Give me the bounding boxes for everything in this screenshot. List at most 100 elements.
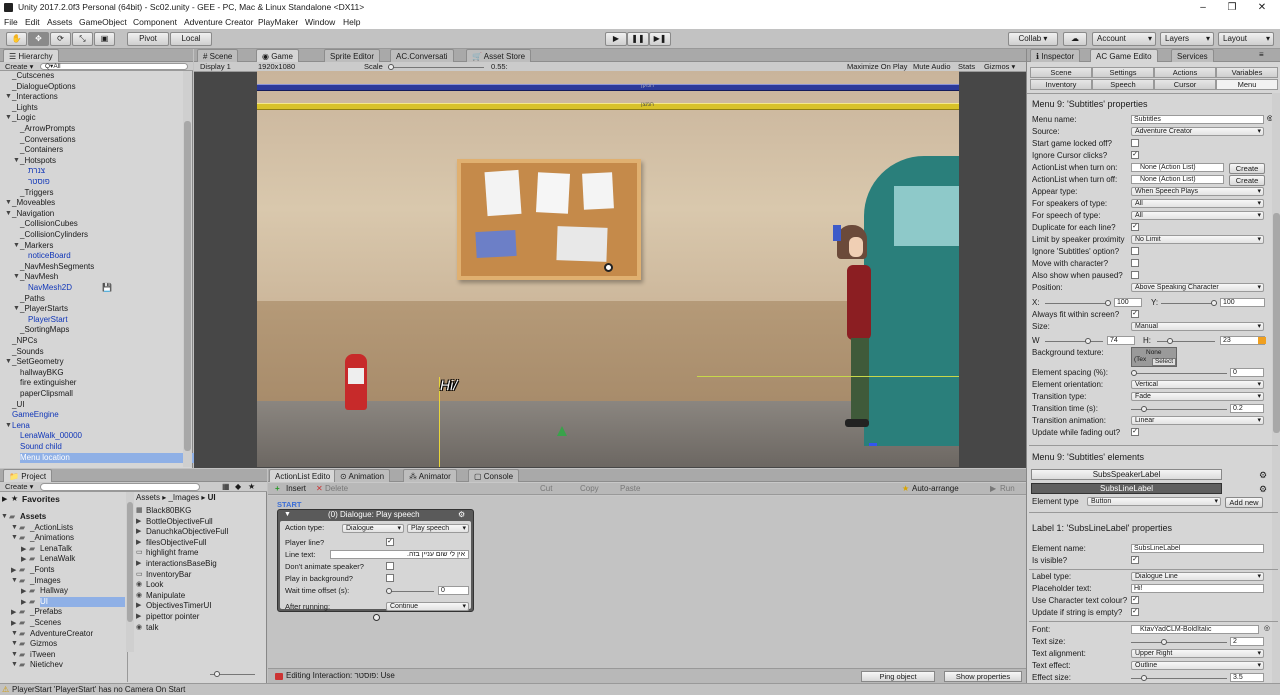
- hierarchy-item[interactable]: paperClipsmall: [20, 389, 73, 400]
- tab-game[interactable]: ◉ Game: [256, 49, 299, 62]
- y-field[interactable]: 100: [1220, 298, 1265, 307]
- project-file[interactable]: BottleObjectiveFull: [146, 517, 213, 528]
- property-dropdown[interactable]: Vertical: [1131, 380, 1264, 389]
- expand-arrow-icon[interactable]: ▶: [21, 598, 26, 606]
- property-slider[interactable]: [1131, 675, 1227, 681]
- wait-offset-field[interactable]: 0: [438, 586, 469, 595]
- hierarchy-item[interactable]: _Hotspots: [20, 156, 56, 167]
- breadcrumb-images[interactable]: _Images: [168, 493, 199, 502]
- property-checkbox[interactable]: ✓: [1131, 608, 1139, 616]
- game-viewport[interactable]: חנוקן חמצן Hi/: [257, 71, 959, 467]
- property-dropdown[interactable]: All: [1131, 211, 1264, 220]
- property-checkbox[interactable]: ✓: [1131, 223, 1139, 231]
- expand-arrow-icon[interactable]: ▶: [21, 555, 26, 563]
- paste-button[interactable]: Paste: [620, 483, 640, 495]
- expand-arrow-icon[interactable]: ▼: [1, 513, 8, 520]
- project-file[interactable]: interactionsBaseBig: [146, 559, 217, 570]
- tab-inspector[interactable]: ℹ Inspector: [1030, 49, 1081, 62]
- hierarchy-item[interactable]: _Navigation: [12, 209, 54, 220]
- hierarchy-item[interactable]: Lena: [12, 421, 30, 432]
- hierarchy-item[interactable]: Sound child: [20, 442, 62, 453]
- move-tool-icon[interactable]: ✥: [28, 32, 49, 46]
- inspector-scroll-thumb[interactable]: [1273, 213, 1280, 433]
- property-text-field[interactable]: Subtitles: [1131, 115, 1264, 124]
- player-start-icon[interactable]: [557, 426, 567, 436]
- rect-tool-icon[interactable]: ▣: [94, 32, 115, 46]
- project-folder[interactable]: LenaTalk: [40, 544, 72, 555]
- menu-playmaker[interactable]: PlayMaker: [258, 15, 298, 29]
- tab-actionlist-editor[interactable]: ActionList Edito: [269, 469, 337, 482]
- delete-button[interactable]: Delete: [325, 483, 348, 495]
- expand-arrow-icon[interactable]: ▼: [5, 199, 12, 206]
- project-file[interactable]: highlight frame: [146, 548, 198, 559]
- expand-arrow-icon[interactable]: ▼: [11, 640, 18, 647]
- tab-scene[interactable]: # Scene: [197, 49, 239, 62]
- property-checkbox[interactable]: ✓: [1131, 428, 1139, 436]
- door[interactable]: [864, 156, 959, 446]
- auto-arrange-button[interactable]: Auto-arrange: [912, 483, 959, 495]
- constraint-icon[interactable]: [1258, 337, 1266, 344]
- layers-dropdown[interactable]: Layers ▾: [1160, 32, 1214, 46]
- show-properties-button[interactable]: Show properties: [944, 671, 1022, 682]
- menu-assets[interactable]: Assets: [47, 15, 73, 29]
- property-text-field[interactable]: Hi!: [1131, 584, 1264, 593]
- hierarchy-scrollbar[interactable]: [183, 71, 192, 467]
- rotate-tool-icon[interactable]: ⟳: [50, 32, 71, 46]
- object-field[interactable]: None (Action List): [1131, 175, 1224, 184]
- property-dropdown[interactable]: When Speech Plays: [1131, 187, 1264, 196]
- save-disk-icon[interactable]: 💾: [102, 283, 112, 292]
- element-gear-icon-2[interactable]: ⚙: [1259, 484, 1267, 495]
- element-type-dropdown[interactable]: Button: [1087, 497, 1221, 506]
- tab-animation[interactable]: ⊙ Animation: [334, 469, 391, 482]
- scale-slider-knob[interactable]: [388, 64, 394, 70]
- hierarchy-item[interactable]: _ArrowPrompts: [20, 124, 75, 135]
- status-message[interactable]: PlayerStart 'PlayerStart' has no Camera …: [12, 684, 185, 695]
- expand-arrow-icon[interactable]: ▶: [11, 608, 16, 616]
- menu-gameobject[interactable]: GameObject: [79, 15, 127, 29]
- hierarchy-item[interactable]: _CollisionCubes: [20, 219, 78, 230]
- layout-dropdown[interactable]: Layout ▾: [1218, 32, 1274, 46]
- x-field[interactable]: 100: [1114, 298, 1142, 307]
- project-folder[interactable]: Assets: [20, 512, 46, 523]
- pause-button[interactable]: ❚❚: [627, 32, 649, 46]
- project-folder[interactable]: _Fonts: [30, 565, 54, 576]
- property-checkbox[interactable]: [1131, 271, 1139, 279]
- menu-window[interactable]: Window: [305, 15, 335, 29]
- property-slider-knob[interactable]: [1141, 406, 1147, 412]
- tab-ac-game-editor[interactable]: AC Game Edito: [1090, 49, 1158, 62]
- hierarchy-item[interactable]: _Conversations: [20, 135, 76, 146]
- expand-arrow-icon[interactable]: ▶: [2, 495, 7, 503]
- action-type-category-dropdown[interactable]: Dialogue: [342, 524, 404, 533]
- property-dropdown[interactable]: Dialogue Line: [1131, 572, 1264, 581]
- element-gear-icon[interactable]: ⚙: [1259, 470, 1267, 481]
- hierarchy-item[interactable]: NavMesh2D: [28, 283, 72, 294]
- expand-arrow-icon[interactable]: ▼: [5, 210, 12, 217]
- favorites-label[interactable]: Favorites: [22, 494, 60, 504]
- expand-arrow-icon[interactable]: ▼: [13, 242, 20, 249]
- hand-tool-icon[interactable]: ✋: [6, 32, 27, 46]
- expand-arrow-icon[interactable]: ▶: [11, 566, 16, 574]
- project-file[interactable]: filesObjectiveFull: [146, 538, 206, 549]
- property-text-field[interactable]: SubsLineLabel: [1131, 544, 1264, 553]
- dont-animate-checkbox[interactable]: [386, 562, 394, 570]
- property-slider-knob[interactable]: [1141, 675, 1147, 681]
- menu-edit[interactable]: Edit: [25, 15, 40, 29]
- lena-character[interactable]: [833, 225, 877, 435]
- after-running-dropdown[interactable]: Continue: [386, 602, 469, 611]
- run-button[interactable]: Run: [1000, 483, 1015, 495]
- node-output-socket[interactable]: [373, 614, 380, 621]
- menu-adventure-creator[interactable]: Adventure Creator: [184, 15, 253, 29]
- property-dropdown[interactable]: Outline: [1131, 661, 1264, 670]
- bg-texture-slot[interactable]: None (Tex Select: [1131, 347, 1177, 367]
- breadcrumb-ui[interactable]: UI: [208, 493, 216, 502]
- w-field[interactable]: 74: [1107, 336, 1135, 345]
- expand-arrow-icon[interactable]: ▶: [11, 619, 16, 627]
- local-toggle[interactable]: Local: [170, 32, 212, 46]
- account-dropdown[interactable]: Account ▾: [1092, 32, 1156, 46]
- line-text-field[interactable]: אין לי שום עניין בזה.: [330, 550, 469, 559]
- hierarchy-item[interactable]: _CollisionCylinders: [20, 230, 88, 241]
- menu-file[interactable]: File: [4, 15, 18, 29]
- property-slider-knob[interactable]: [1161, 639, 1167, 645]
- y-slider-knob[interactable]: [1211, 300, 1217, 306]
- size-dropdown[interactable]: Manual: [1131, 322, 1264, 331]
